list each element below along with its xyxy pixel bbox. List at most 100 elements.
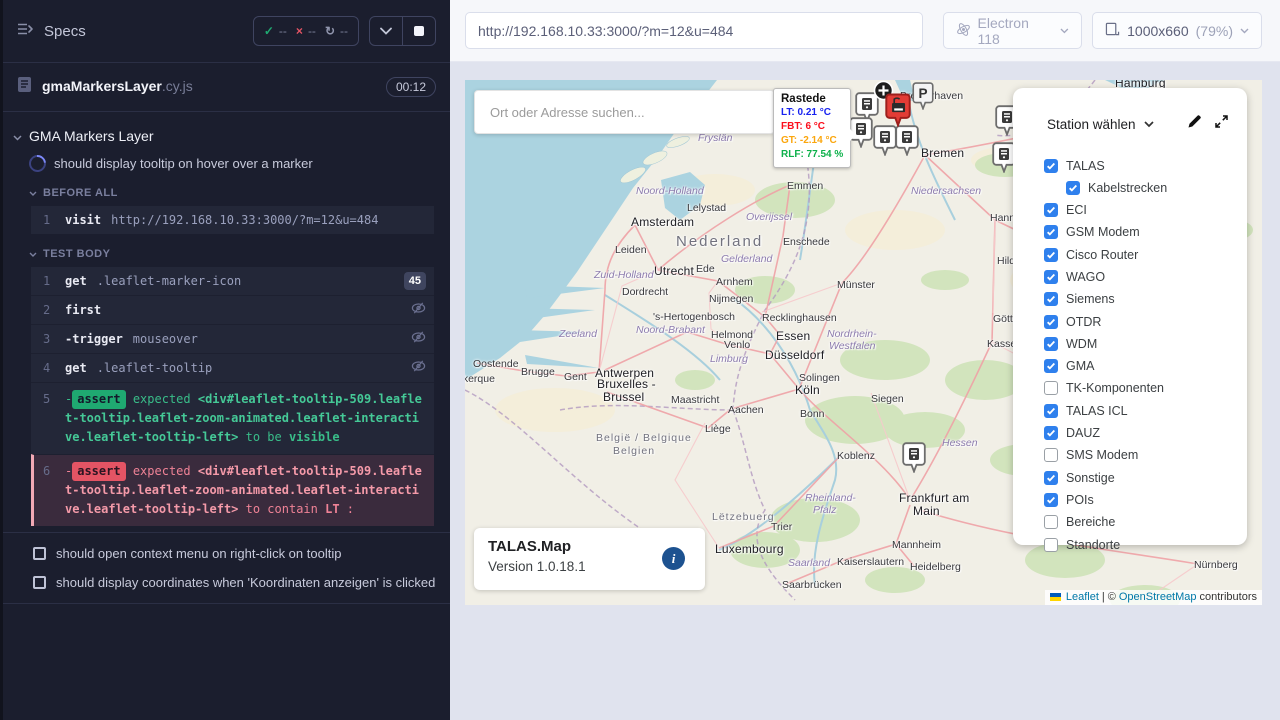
station-filter-row[interactable]: OTDR — [1044, 314, 1247, 329]
command-count-badge: 45 — [404, 272, 426, 290]
checkbox-checked[interactable] — [1044, 471, 1058, 485]
fullscreen-expand-icon[interactable] — [1214, 114, 1229, 134]
command-row[interactable]: 3-triggermouseover — [31, 324, 434, 353]
command-row[interactable]: 1get.leaflet-marker-icon45 — [31, 267, 434, 295]
checkbox-checked[interactable] — [1044, 493, 1058, 507]
station-filter-row[interactable]: DAUZ — [1044, 426, 1247, 441]
tooltip-measurement: FBT: 6 °C — [781, 120, 843, 134]
passed-stat: ✓ -- — [264, 24, 287, 38]
pending-test-row[interactable]: should open context menu on right-click … — [3, 539, 450, 568]
stop-button[interactable] — [402, 17, 435, 45]
station-filter-row[interactable]: Standorte — [1044, 537, 1247, 552]
spec-file-row[interactable]: gmaMarkersLayer.cy.js 00:12 — [3, 63, 450, 112]
info-icon[interactable]: i — [662, 547, 685, 570]
command-row[interactable]: 1visithttp://192.168.10.33:3000/?m=12&u=… — [31, 206, 434, 234]
app-version: Version 1.0.18.1 — [488, 559, 691, 574]
reporter-header: Specs ✓ -- × -- ↻ -- — [3, 0, 450, 63]
station-filter-row[interactable]: Kabelstrecken — [1066, 180, 1247, 195]
map-label: Brugge — [521, 366, 555, 378]
checkbox-checked[interactable] — [1044, 426, 1058, 440]
checkbox-checked[interactable] — [1044, 315, 1058, 329]
station-filter-label: DAUZ — [1066, 426, 1100, 440]
map-label: Bremen — [921, 146, 964, 160]
station-filter-row[interactable]: Siemens — [1044, 292, 1247, 307]
map-label: Leiden — [615, 244, 647, 256]
suite-row[interactable]: GMA Markers Layer — [3, 124, 450, 148]
leaflet-map[interactable]: HamburgBremerhavenBremenNiedersachsenHan… — [465, 80, 1262, 605]
checkbox-checked[interactable] — [1044, 159, 1058, 173]
map-label: Lelystad — [687, 202, 726, 214]
leaflet-link[interactable]: Leaflet — [1066, 591, 1099, 603]
checkbox-unchecked[interactable] — [1044, 538, 1058, 552]
station-filter-row[interactable]: Sonstige — [1044, 470, 1247, 485]
browser-selector[interactable]: Electron 118 — [943, 12, 1083, 49]
station-filter-row[interactable]: POIs — [1044, 492, 1247, 507]
checkbox-unchecked[interactable] — [1044, 515, 1058, 529]
command-row[interactable]: 4get.leaflet-tooltip — [31, 353, 434, 382]
invisible-icon — [411, 360, 426, 376]
station-filter-row[interactable]: TALAS ICL — [1044, 403, 1247, 418]
checkbox-checked[interactable] — [1044, 359, 1058, 373]
checkbox-checked[interactable] — [1044, 248, 1058, 262]
station-select-dropdown[interactable]: Station wählen — [1047, 117, 1136, 132]
map-label: Kaiserslautern — [837, 556, 904, 568]
station-filter-label: TALAS ICL — [1066, 404, 1128, 418]
map-label: Saarland — [788, 557, 830, 569]
checkbox-unchecked[interactable] — [1044, 381, 1058, 395]
map-label: Main — [913, 504, 940, 518]
station-filter-row[interactable]: SMS Modem — [1044, 448, 1247, 463]
refresh-icon: ↻ — [325, 25, 335, 37]
station-filter-row[interactable]: ECI — [1044, 203, 1247, 218]
checkbox-unchecked[interactable] — [1044, 448, 1058, 462]
ukraine-flag-icon — [1050, 593, 1061, 601]
checkbox-checked[interactable] — [1044, 225, 1058, 239]
map-label: Liège — [705, 423, 731, 435]
station-filter-row[interactable]: GMA — [1044, 359, 1247, 374]
station-filter-row[interactable]: Bereiche — [1044, 515, 1247, 530]
tooltip-measurement: LT: 0.21 °C — [781, 106, 843, 120]
viewport-selector[interactable]: 1000x660 (79%) — [1092, 12, 1262, 49]
before-all-section[interactable]: BEFORE ALL — [3, 179, 450, 204]
map-label: Zuid-Holland — [594, 269, 654, 281]
checkbox-checked[interactable] — [1044, 292, 1058, 306]
url-input[interactable] — [465, 12, 923, 49]
osm-link[interactable]: OpenStreetMap — [1119, 591, 1197, 603]
checkbox-checked[interactable] — [1044, 270, 1058, 284]
map-label: Nürnberg — [1194, 559, 1238, 571]
assert-badge: assert — [72, 390, 125, 409]
command-row[interactable]: 2first — [31, 295, 434, 324]
checkbox-checked[interactable] — [1044, 203, 1058, 217]
test-body-section[interactable]: TEST BODY — [3, 240, 450, 265]
active-test-row[interactable]: should display tooltip on hover over a m… — [3, 148, 450, 179]
map-label: Gent — [564, 371, 587, 383]
chevron-down-icon[interactable] — [1144, 115, 1154, 133]
cypress-reporter-sidebar: Specs ✓ -- × -- ↻ -- — [0, 0, 450, 720]
app-window: Specs ✓ -- × -- ↻ -- — [0, 0, 1280, 720]
map-label: Limburg — [710, 353, 748, 365]
station-filter-row[interactable]: TALAS — [1044, 158, 1247, 173]
assert-passed-row[interactable]: 5 -assert expected <div#leaflet-tooltip-… — [31, 382, 434, 454]
station-marker-icon[interactable] — [902, 442, 926, 478]
pending-test-row[interactable]: should display coordinates when 'Koordin… — [3, 568, 450, 597]
checkbox-checked[interactable] — [1044, 337, 1058, 351]
app-title: TALAS.Map — [488, 538, 691, 555]
specs-list-icon[interactable] — [17, 22, 34, 41]
station-filter-label: Siemens — [1066, 292, 1115, 306]
station-filter-row[interactable]: Cisco Router — [1044, 247, 1247, 262]
marker-tooltip[interactable]: Rastede LT: 0.21 °CFBT: 6 °CGT: -2.14 °C… — [773, 88, 851, 168]
map-search-input[interactable] — [474, 90, 775, 134]
checkbox-checked[interactable] — [1044, 404, 1058, 418]
map-label: Noord-Brabant — [636, 324, 705, 336]
assert-failed-row[interactable]: 6 -assert expected <div#leaflet-tooltip-… — [31, 454, 434, 526]
tooltip-measurement: RLF: 77.54 % — [781, 148, 843, 162]
checkbox-checked[interactable] — [1066, 181, 1080, 195]
station-filter-row[interactable]: WAGO — [1044, 269, 1247, 284]
map-label: Düsseldorf — [765, 348, 824, 362]
edit-pencil-icon[interactable] — [1187, 114, 1202, 134]
station-filter-row[interactable]: WDM — [1044, 336, 1247, 351]
collapse-button[interactable] — [370, 17, 402, 45]
gma-marker-icon[interactable] — [885, 93, 911, 132]
station-filter-row[interactable]: GSM Modem — [1044, 225, 1247, 240]
station-filter-row[interactable]: TK-Komponenten — [1044, 381, 1247, 396]
parking-marker-icon[interactable]: P — [912, 82, 934, 115]
